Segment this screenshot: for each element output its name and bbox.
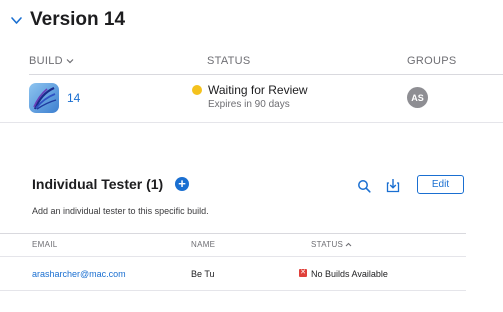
version-title: Version 14 (30, 9, 126, 30)
status-column-header: STATUS (207, 55, 251, 67)
name-column-header[interactable]: NAME (191, 240, 215, 249)
section-title: Individual Tester (1) (32, 176, 164, 192)
build-status: Waiting for Review (208, 83, 308, 97)
tester-status: No Builds Available (311, 269, 388, 279)
collapse-chevron-icon[interactable] (10, 15, 23, 27)
sort-ascending-icon (345, 242, 352, 247)
chevron-down-icon (66, 59, 74, 64)
divider (0, 122, 503, 123)
divider (29, 74, 503, 75)
section-description: Add an individual tester to this specifi… (32, 206, 209, 216)
app-icon[interactable] (29, 83, 59, 113)
error-status-icon: ✕ (299, 269, 307, 277)
edit-button[interactable]: Edit (417, 175, 464, 194)
divider (0, 256, 466, 257)
build-number-link[interactable]: 14 (67, 91, 80, 105)
add-tester-button[interactable]: + (175, 177, 189, 191)
status-indicator-icon (192, 85, 202, 95)
groups-column-header: GROUPS (407, 55, 457, 67)
status-column-label: STATUS (311, 240, 344, 249)
build-column-header[interactable]: BUILD (29, 55, 74, 67)
email-column-header[interactable]: EMAIL (32, 240, 58, 249)
tester-name: Be Tu (191, 269, 215, 279)
tester-email-link[interactable]: arasharcher@mac.com (32, 269, 126, 279)
divider (0, 233, 466, 234)
divider (0, 290, 466, 291)
group-avatar[interactable]: AS (407, 87, 428, 108)
build-column-label: BUILD (29, 55, 63, 67)
build-expiry: Expires in 90 days (208, 99, 290, 110)
status-sort-header[interactable]: STATUS (311, 240, 352, 249)
download-icon[interactable] (386, 178, 400, 193)
search-icon[interactable] (357, 179, 371, 193)
